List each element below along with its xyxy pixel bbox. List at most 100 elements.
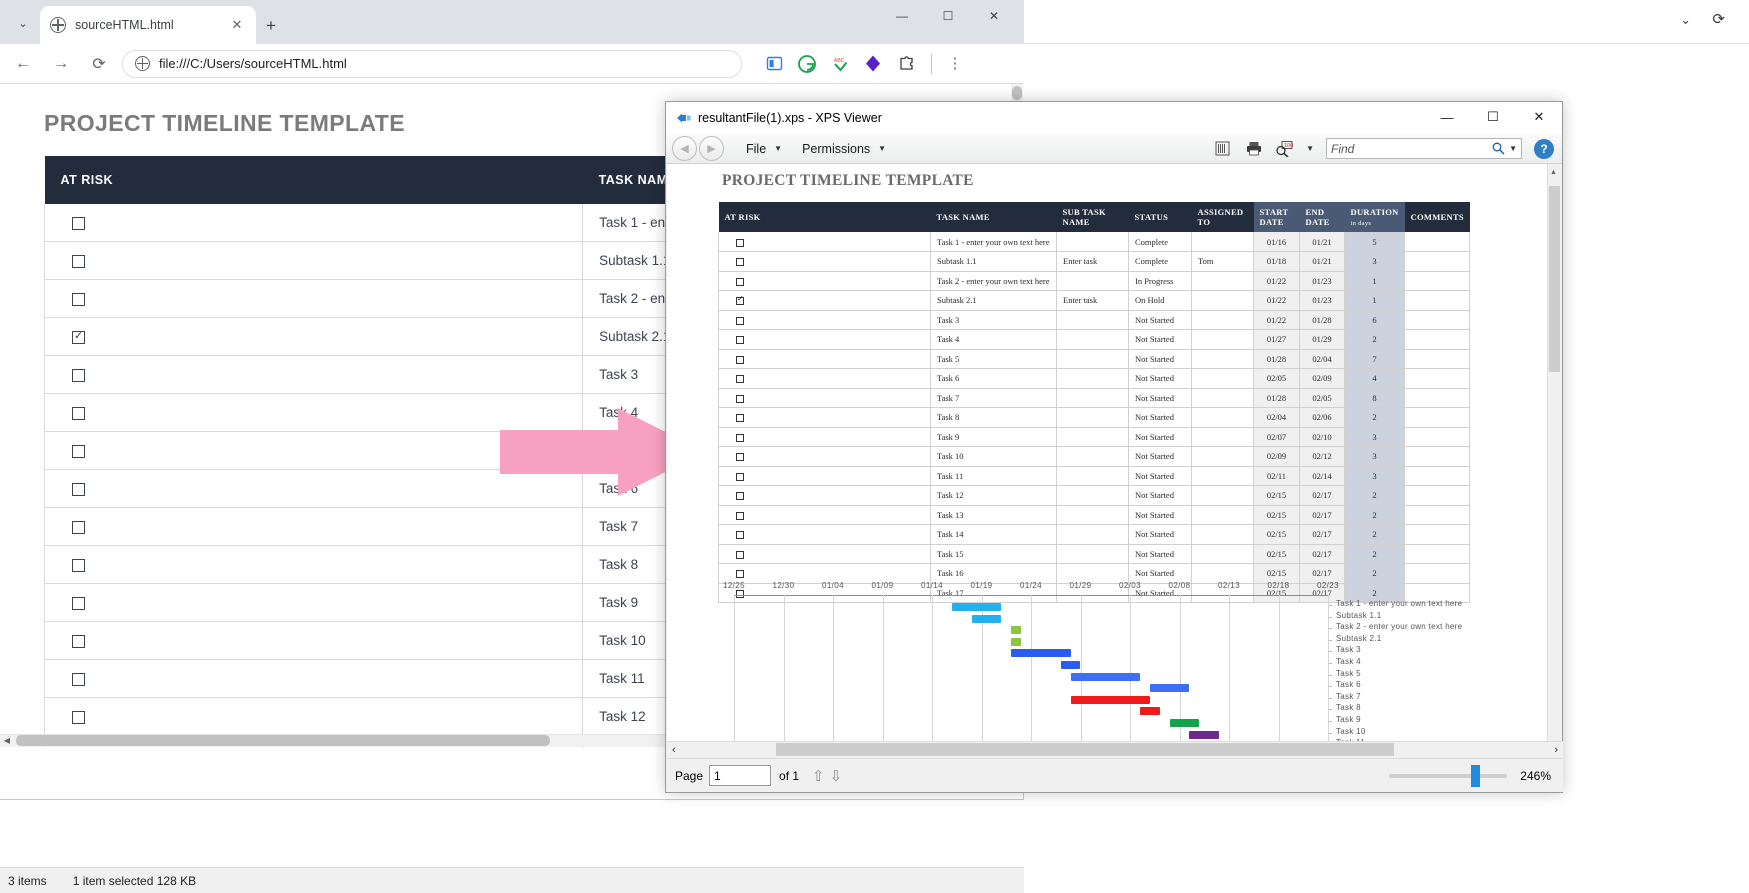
checkbox-icon[interactable] (72, 254, 85, 268)
checkbox-icon[interactable] (72, 444, 85, 458)
xps-vertical-scroll-thumb[interactable] (1549, 186, 1560, 372)
back-arrow-icon[interactable]: ◀ (672, 136, 697, 161)
checkbox-icon[interactable] (72, 634, 85, 648)
navigation-arrows-group[interactable]: ◀ ▶ (672, 136, 726, 162)
checkbox-icon[interactable] (736, 375, 744, 384)
checkbox-icon[interactable] (72, 558, 85, 572)
checkbox-icon[interactable] (736, 336, 744, 345)
zoom-slider-handle[interactable] (1471, 764, 1481, 787)
reading-list-icon[interactable] (763, 53, 785, 75)
chevron-down-icon[interactable]: ⌄ (1680, 12, 1691, 28)
spellcheck-extension-icon[interactable]: ABC (829, 53, 851, 75)
signatures-icon[interactable] (1213, 139, 1232, 158)
forward-button[interactable]: → (46, 49, 76, 79)
checkbox-icon[interactable] (72, 672, 85, 686)
previous-page-icon[interactable]: ⇧ (812, 767, 825, 785)
maximize-button[interactable]: ☐ (925, 0, 971, 32)
gantt-legend-entry: Task 4 (1336, 657, 1361, 666)
new-tab-button[interactable]: + (258, 13, 284, 39)
refresh-icon[interactable]: ⟳ (1712, 10, 1725, 28)
at-risk-cell (43, 659, 584, 698)
checkbox-checked-icon[interactable] (736, 294, 744, 306)
search-icon[interactable] (1492, 142, 1505, 155)
checkbox-icon[interactable] (736, 355, 744, 364)
minimize-button[interactable]: — (879, 0, 925, 32)
checkbox-icon[interactable] (736, 492, 744, 501)
checkbox-icon[interactable] (736, 433, 744, 442)
extensions-puzzle-icon[interactable] (895, 53, 917, 75)
checkbox-icon[interactable] (736, 511, 744, 520)
checkbox-icon[interactable] (736, 394, 744, 403)
gantt-gridline (734, 595, 735, 755)
close-window-button[interactable]: ✕ (971, 0, 1017, 32)
task-name-cell: Task 15 (930, 544, 1057, 564)
help-icon[interactable]: ? (1534, 138, 1554, 159)
sub-task-name-cell (1056, 505, 1129, 525)
at-risk-cell (718, 524, 931, 545)
page-vertical-scroll-thumb[interactable] (1012, 86, 1022, 100)
forward-arrow-icon[interactable]: ▶ (699, 136, 724, 161)
assigned-to-cell (1191, 310, 1254, 330)
tab-search-icon[interactable]: ⌄ (10, 12, 36, 34)
page-number-input[interactable]: 1 (709, 765, 772, 786)
checkbox-icon[interactable] (736, 316, 744, 325)
checkbox-icon[interactable] (72, 710, 85, 724)
checkbox-icon[interactable] (72, 368, 85, 382)
checkbox-icon[interactable] (736, 238, 744, 247)
checkbox-icon[interactable] (72, 520, 85, 534)
back-button[interactable]: ← (8, 49, 38, 79)
print-icon[interactable] (1244, 139, 1263, 158)
checkbox-icon[interactable] (72, 482, 85, 496)
purple-diamond-extension-icon[interactable] (862, 53, 884, 75)
next-page-icon[interactable]: ⇩ (830, 767, 843, 785)
xps-horizontal-scroll-thumb[interactable] (776, 743, 1394, 756)
scroll-left-arrow-icon[interactable]: ◀ (0, 734, 14, 747)
grammarly-extension-icon[interactable] (796, 53, 818, 75)
gantt-bar (971, 614, 1002, 623)
zoom-tool-icon[interactable]: 100 (1275, 139, 1294, 158)
checkbox-icon[interactable] (736, 531, 744, 540)
gantt-legend-entry: Task 6 (1336, 680, 1361, 690)
xps-title-bar[interactable]: resultantFile(1).xps - XPS Viewer — ☐ ✕ (666, 102, 1562, 134)
chrome-menu-button[interactable]: ⋮ (942, 56, 968, 71)
sub-task-name-cell (1056, 427, 1129, 447)
scroll-right-icon[interactable]: › (1554, 744, 1558, 756)
checkbox-icon[interactable] (736, 414, 744, 423)
page-horizontal-scroll-thumb[interactable] (16, 735, 550, 746)
checkbox-icon[interactable] (736, 277, 744, 286)
status-cell: Not Started (1128, 524, 1192, 545)
checkbox-icon[interactable] (72, 216, 85, 230)
zoom-slider[interactable] (1389, 764, 1508, 787)
checkbox-icon[interactable] (72, 292, 85, 306)
checkbox-icon[interactable] (72, 596, 85, 610)
xps-maximize-button[interactable]: ☐ (1470, 102, 1516, 132)
at-risk-cell (718, 329, 931, 350)
file-menu[interactable]: File ▼ (746, 142, 782, 156)
checkbox-icon[interactable] (736, 570, 744, 579)
tab-close-icon[interactable]: ✕ (228, 16, 246, 34)
comments-cell (1404, 524, 1471, 545)
checkbox-checked-icon[interactable] (72, 329, 85, 344)
xps-minimize-button[interactable]: — (1424, 102, 1470, 132)
find-input[interactable]: Find ▼ (1326, 138, 1522, 159)
duration-cell: 1 (1344, 271, 1406, 291)
browser-tab[interactable]: sourceHTML.html ✕ (40, 6, 256, 44)
gantt-legend-tick (1329, 651, 1332, 653)
find-options-chevron-icon[interactable]: ▼ (1509, 144, 1517, 153)
status-cell: Not Started (1128, 505, 1192, 525)
find-placeholder-text: Find (1331, 141, 1355, 156)
checkbox-icon[interactable] (736, 550, 744, 559)
reload-button[interactable]: ⟳ (84, 49, 114, 79)
xps-close-button[interactable]: ✕ (1516, 102, 1562, 132)
scroll-up-arrow-icon[interactable]: ▲ (1548, 166, 1559, 179)
address-bar[interactable]: file:///C:/Users/sourceHTML.html (122, 49, 742, 78)
status-cell: Not Started (1128, 388, 1192, 408)
permissions-menu[interactable]: Permissions ▼ (802, 142, 886, 156)
sub-task-name-cell (1056, 329, 1129, 350)
checkbox-icon[interactable] (736, 258, 744, 267)
checkbox-icon[interactable] (72, 406, 85, 420)
checkbox-icon[interactable] (736, 472, 744, 481)
checkbox-icon[interactable] (736, 453, 744, 462)
zoom-dropdown-chevron-icon[interactable]: ▼ (1306, 144, 1314, 153)
scroll-left-icon[interactable]: ‹ (672, 744, 676, 756)
